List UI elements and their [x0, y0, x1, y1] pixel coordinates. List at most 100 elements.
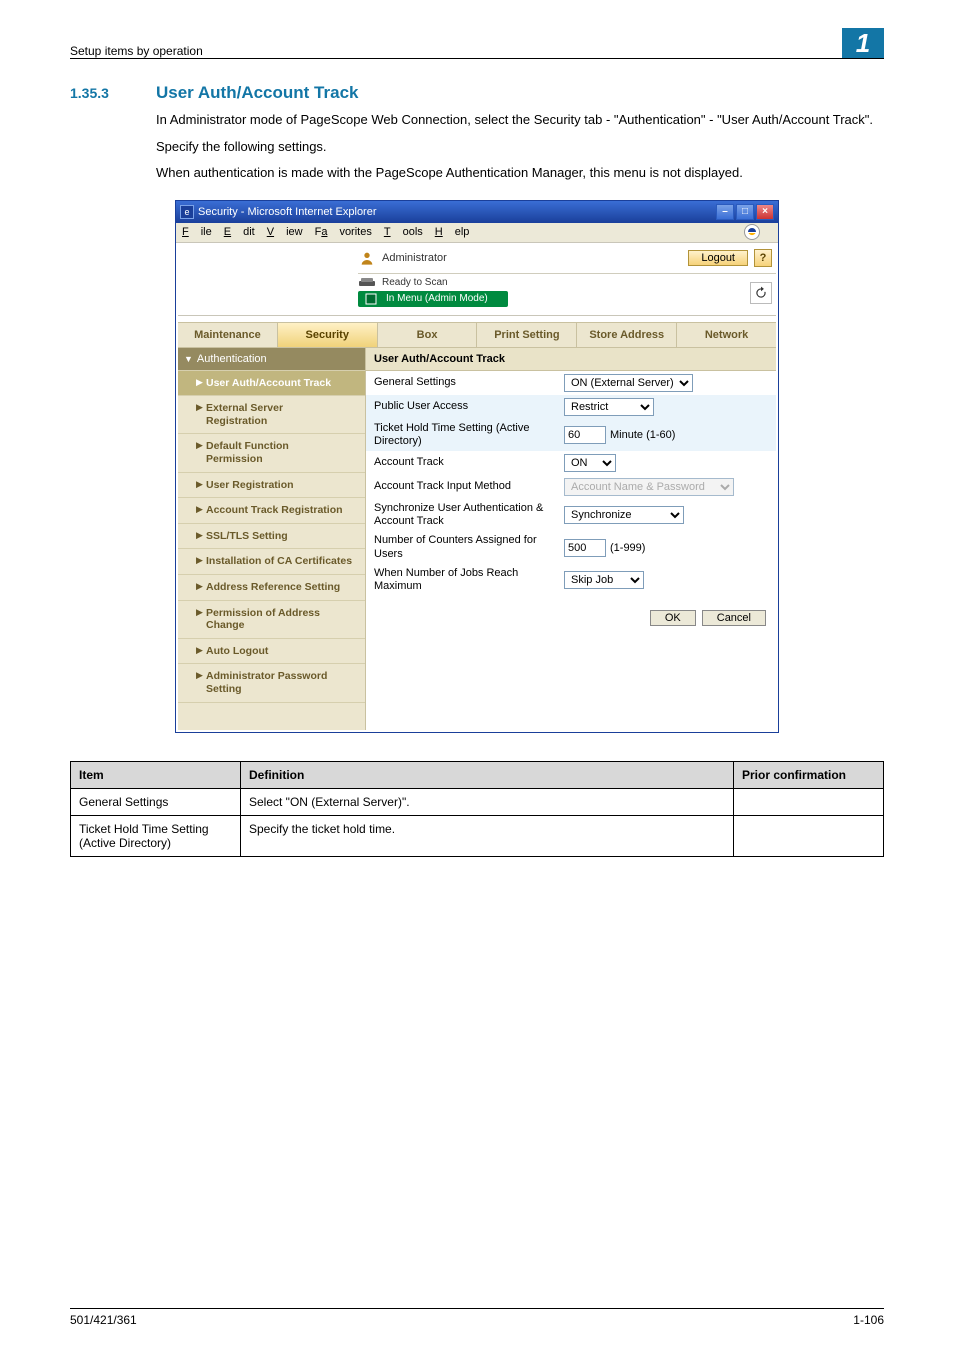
ok-button[interactable]: OK [650, 610, 696, 626]
ie-logo-icon [744, 224, 760, 240]
main-pane: User Auth/Account Track General Settings… [366, 348, 776, 730]
logout-button[interactable]: Logout [688, 250, 748, 266]
menu-view[interactable]: View [267, 226, 303, 238]
breadcrumb: Setup items by operation [70, 44, 203, 58]
sidebar-item-external-server-registration[interactable]: ▶ External Server Registration [178, 395, 365, 433]
sidebar-item-default-function-permission[interactable]: ▶ Default Function Permission [178, 433, 365, 471]
select-public-user-access[interactable]: Restrict [564, 398, 654, 416]
select-synchronize[interactable]: Synchronize [564, 506, 684, 524]
arrow-icon: ▶ [196, 530, 206, 541]
window-title: Security - Microsoft Internet Explorer [198, 206, 377, 218]
refresh-button[interactable] [750, 282, 772, 304]
sidebar: ▼ Authentication ▶ User Auth/Account Tra… [178, 348, 366, 730]
sidebar-item-ssl-tls-setting[interactable]: ▶ SSL/TLS Setting [178, 523, 365, 549]
sidebar-item-label: User Registration [206, 479, 294, 492]
screenshot: e Security - Microsoft Internet Explorer… [175, 200, 779, 733]
arrow-icon: ▶ [196, 479, 206, 490]
status-ready: Ready to Scan [382, 277, 448, 288]
sidebar-item-label: Address Reference Setting [206, 581, 340, 594]
label-public-user-access: Public User Access [374, 400, 564, 413]
sidebar-item-permission-of-address-change[interactable]: ▶ Permission of Address Change [178, 600, 365, 638]
arrow-icon: ▶ [196, 581, 206, 592]
tab-store-address[interactable]: Store Address [577, 323, 677, 347]
window-titlebar: e Security - Microsoft Internet Explorer… [176, 201, 778, 223]
select-when-max[interactable]: Skip Job [564, 571, 644, 589]
sidebar-item-label: User Auth/Account Track [206, 377, 331, 390]
menu-help[interactable]: Help [435, 226, 470, 238]
sidebar-item-label: Account Track Registration [206, 504, 343, 517]
menu-edit[interactable]: Edit [224, 226, 255, 238]
menu-file[interactable]: File [182, 226, 212, 238]
close-button[interactable]: × [756, 204, 774, 220]
sidebar-item-label: Default Function Permission [206, 440, 289, 465]
tab-print-setting[interactable]: Print Setting [477, 323, 577, 347]
arrow-icon: ▶ [196, 504, 206, 515]
intro-paragraph-3: When authentication is made with the Pag… [156, 164, 884, 182]
sidebar-item-label: Installation of CA Certificates [206, 555, 352, 568]
arrow-icon: ▶ [196, 555, 206, 566]
arrow-icon: ▶ [196, 670, 206, 681]
menubar: File Edit View Favorites Tools Help [176, 223, 778, 243]
tab-security[interactable]: Security [278, 323, 378, 347]
sidebar-item-installation-ca-certificates[interactable]: ▶ Installation of CA Certificates [178, 548, 365, 574]
label-synchronize: Synchronize User Authentication & Accoun… [374, 502, 564, 528]
cell-item: Ticket Hold Time Setting (Active Directo… [71, 815, 241, 856]
cell-definition: Select "ON (External Server)". [241, 788, 734, 815]
cancel-button[interactable]: Cancel [702, 610, 766, 626]
arrow-icon: ▶ [196, 607, 206, 618]
label-general-settings: General Settings [374, 376, 564, 389]
tab-bar: Maintenance Security Box Print Setting S… [178, 322, 776, 348]
cell-prior [734, 788, 884, 815]
label-account-track: Account Track [374, 456, 564, 469]
select-general-settings[interactable]: ON (External Server) [564, 374, 693, 392]
sidebar-item-label: External Server Registration [206, 402, 283, 427]
label-ticket-hold-time: Ticket Hold Time Setting (Active Directo… [374, 422, 564, 448]
suffix-number-of-counters: (1-999) [610, 542, 645, 554]
tab-box[interactable]: Box [378, 323, 478, 347]
label-account-track-input-method: Account Track Input Method [374, 480, 564, 493]
sidebar-item-auto-logout[interactable]: ▶ Auto Logout [178, 638, 365, 664]
chapter-badge: 1 [842, 28, 884, 58]
sidebar-item-user-auth-account-track[interactable]: ▶ User Auth/Account Track [178, 370, 365, 396]
sidebar-group-authentication[interactable]: ▼ Authentication [178, 348, 365, 370]
help-button[interactable]: ? [754, 249, 772, 267]
arrow-icon: ▶ [196, 645, 206, 656]
maximize-button[interactable]: □ [736, 204, 754, 220]
main-heading: User Auth/Account Track [366, 348, 776, 371]
minimize-button[interactable]: – [716, 204, 734, 220]
scanner-icon [358, 277, 376, 289]
select-account-track-input-method: Account Name & Password [564, 478, 734, 496]
menu-favorites[interactable]: Favorites [315, 226, 372, 238]
sidebar-item-user-registration[interactable]: ▶ User Registration [178, 472, 365, 498]
admin-label: Administrator [382, 252, 447, 264]
section-title: User Auth/Account Track [156, 83, 358, 103]
input-ticket-hold-time[interactable] [564, 426, 606, 444]
user-icon [358, 249, 376, 267]
suffix-ticket-hold-time: Minute (1-60) [610, 429, 675, 441]
select-account-track[interactable]: ON [564, 454, 616, 472]
table-row: General Settings Select "ON (External Se… [71, 788, 884, 815]
sidebar-item-label: SSL/TLS Setting [206, 530, 288, 543]
section-number: 1.35.3 [70, 85, 156, 101]
tab-maintenance[interactable]: Maintenance [178, 323, 278, 347]
table-row: Ticket Hold Time Setting (Active Directo… [71, 815, 884, 856]
status-mode: In Menu (Admin Mode) [386, 293, 488, 304]
intro-paragraph-1: In Administrator mode of PageScope Web C… [156, 111, 884, 129]
sidebar-item-label: Auto Logout [206, 645, 268, 658]
input-number-of-counters[interactable] [564, 539, 606, 557]
ie-icon: e [180, 205, 194, 219]
sidebar-item-address-reference-setting[interactable]: ▶ Address Reference Setting [178, 574, 365, 600]
cell-prior [734, 815, 884, 856]
sidebar-item-label: Permission of Address Change [206, 607, 320, 632]
arrow-icon: ▶ [196, 440, 206, 451]
footer-left: 501/421/361 [70, 1313, 137, 1327]
menu-tools[interactable]: Tools [384, 226, 423, 238]
label-when-max: When Number of Jobs Reach Maximum [374, 567, 564, 593]
tab-network[interactable]: Network [677, 323, 776, 347]
label-number-of-counters: Number of Counters Assigned for Users [374, 534, 564, 560]
intro-paragraph-2: Specify the following settings. [156, 138, 884, 156]
sidebar-item-account-track-registration[interactable]: ▶ Account Track Registration [178, 497, 365, 523]
th-prior: Prior confirmation [734, 761, 884, 788]
th-item: Item [71, 761, 241, 788]
sidebar-item-administrator-password-setting[interactable]: ▶ Administrator Password Setting [178, 663, 365, 701]
